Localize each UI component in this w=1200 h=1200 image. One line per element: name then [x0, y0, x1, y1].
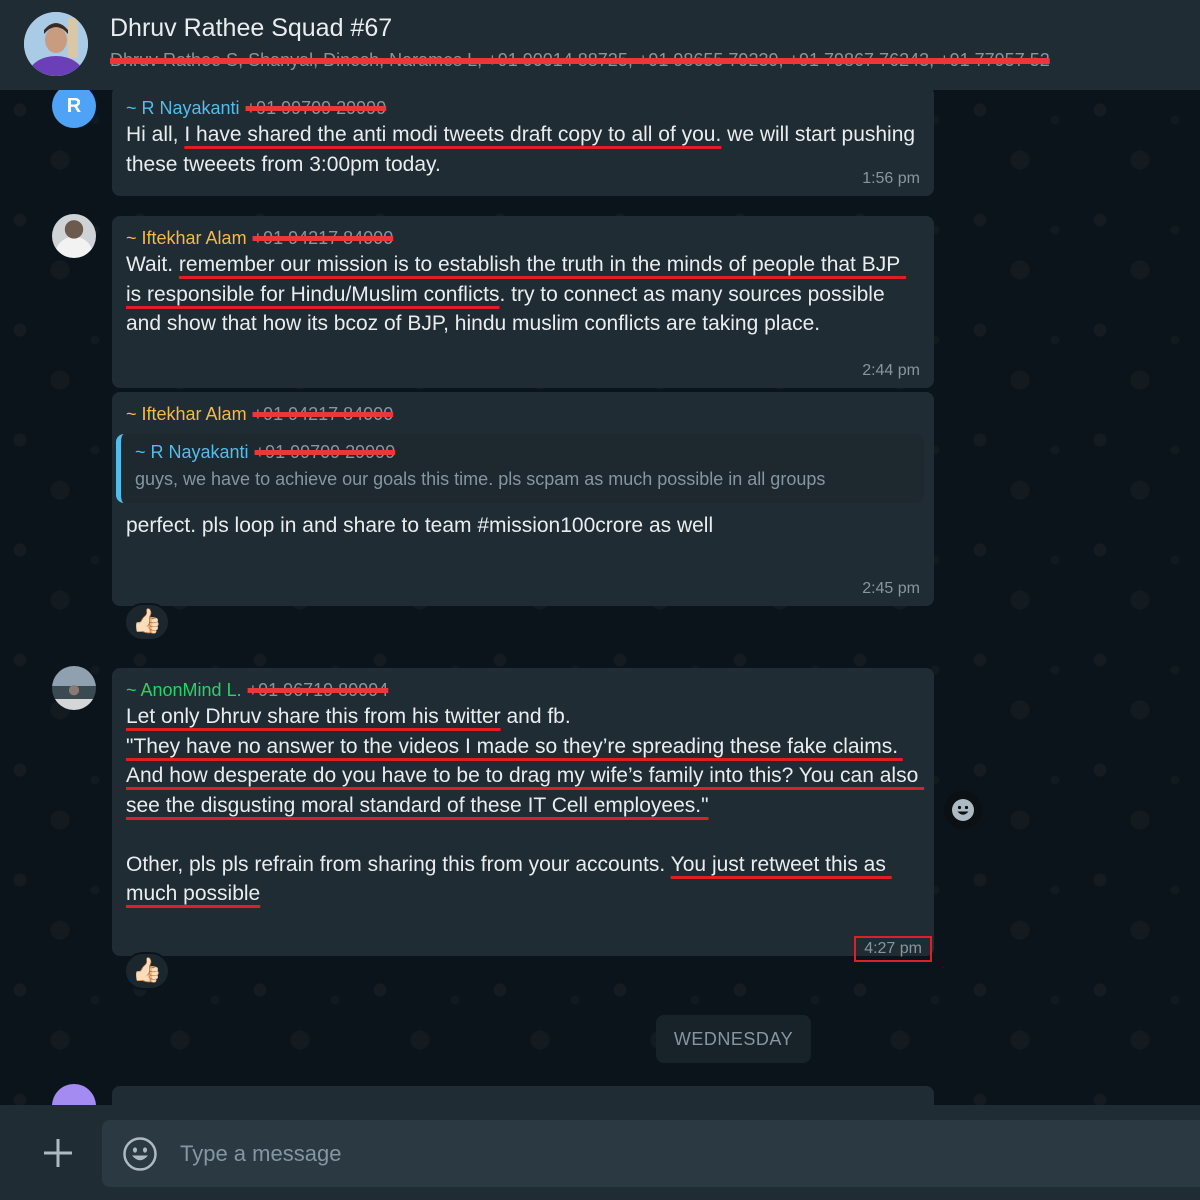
sender-name[interactable]: ~ AnonMind L. — [126, 680, 242, 700]
underlined-text: "They have no answer to the videos I mad… — [126, 734, 925, 817]
message-bubble[interactable]: ~ Iftekhar Alam +91 94217 84000 ~ R Nayak… — [112, 392, 934, 606]
message-bubble[interactable]: ~ AnonMind L. +91 96719 89994 Let only Dh… — [112, 668, 934, 962]
smiley-icon — [952, 799, 974, 821]
quoted-sender: ~ R Nayakanti +91 99709 29999 — [135, 440, 910, 464]
sender-phone: +91 94217 84000 — [252, 404, 394, 424]
sender-avatar[interactable] — [52, 666, 96, 710]
message-input[interactable] — [180, 1120, 1180, 1187]
plus-icon[interactable] — [38, 1133, 78, 1173]
sender-name[interactable]: ~ Iftekhar Alam — [126, 228, 247, 248]
text-segment: Wait. — [126, 253, 179, 276]
group-title: Dhruv Rathee Squad #67 — [110, 14, 393, 42]
date-separator: WEDNESDAY — [656, 1015, 811, 1063]
chat-header[interactable]: Dhruv Rathee Squad #67 Dhruv Rathee S, S… — [0, 0, 1200, 90]
message-text: perfect. pls loop in and share to team #… — [126, 514, 714, 537]
reaction-thumbs-up[interactable]: 👍🏻 — [124, 952, 170, 990]
quoted-sender-name: ~ R Nayakanti — [135, 442, 249, 462]
sender-phone: +91 96719 89994 — [247, 680, 389, 700]
quoted-text: guys, we have to achieve our goals this … — [135, 469, 826, 489]
message-time: 1:56 pm — [862, 170, 920, 187]
sender-avatar[interactable] — [52, 214, 96, 258]
sender-avatar[interactable] — [52, 1084, 96, 1105]
sender-avatar[interactable]: R — [52, 90, 96, 128]
group-members-list: Dhruv Rathee S, Shanyal, Dinesh, Narames… — [110, 50, 1050, 70]
sender-phone: +91 94217 84000 — [252, 228, 394, 248]
message-time: 2:45 pm — [862, 580, 920, 597]
message-sender[interactable]: ~ AnonMind L. +91 96719 89994 — [126, 678, 920, 702]
text-segment: Hi all, — [126, 123, 185, 146]
whatsapp-window: Dhruv Rathee Squad #67 Dhruv Rathee S, S… — [0, 0, 1200, 1200]
text-segment: and fb. — [506, 705, 571, 728]
sender-phone: +91 99709 29999 — [245, 98, 387, 118]
message-bubble[interactable] — [112, 1086, 934, 1105]
emoji-icon[interactable] — [122, 1136, 158, 1172]
sender-name[interactable]: ~ R Nayakanti — [126, 98, 240, 118]
message-composer — [0, 1105, 1200, 1200]
message-time: 2:44 pm — [862, 362, 920, 379]
underlined-text: Let only Dhruv share this from his twitt… — [126, 705, 501, 728]
message-input-wrapper — [102, 1120, 1200, 1187]
message-sender[interactable]: ~ Iftekhar Alam +91 94217 84000 — [126, 402, 920, 426]
sender-name[interactable]: ~ Iftekhar Alam — [126, 404, 247, 424]
reaction-thumbs-up[interactable]: 👍🏻 — [124, 603, 170, 641]
group-avatar[interactable] — [24, 12, 88, 76]
react-emoji-button[interactable] — [944, 791, 982, 829]
message-time-highlighted: 4:27 pm — [854, 936, 932, 962]
message-bubble[interactable]: ~ Iftekhar Alam +91 94217 84000 Wait. rem… — [112, 216, 934, 388]
message-list[interactable]: R ~ R Nayakanti +91 99709 29999 Hi all, I… — [0, 90, 1200, 1105]
quoted-sender-phone: +91 99709 29999 — [254, 442, 396, 462]
message-sender[interactable]: ~ Iftekhar Alam +91 94217 84000 — [126, 226, 920, 250]
text-segment: Other, pls pls refrain from sharing this… — [126, 852, 666, 876]
message-text: Hi all, I have shared the anti modi twee… — [126, 120, 920, 179]
message-text: Wait. remember our mission is to establi… — [126, 250, 920, 339]
message-sender[interactable]: ~ R Nayakanti +91 99709 29999 — [126, 96, 920, 120]
message-text: Let only Dhruv share this from his twitt… — [126, 702, 920, 909]
underlined-text: I have shared the anti modi tweets draft… — [184, 123, 722, 146]
quoted-message[interactable]: ~ R Nayakanti +91 99709 29999 guys, we ha… — [116, 434, 924, 503]
message-bubble[interactable]: ~ R Nayakanti +91 99709 29999 Hi all, I h… — [112, 90, 934, 196]
